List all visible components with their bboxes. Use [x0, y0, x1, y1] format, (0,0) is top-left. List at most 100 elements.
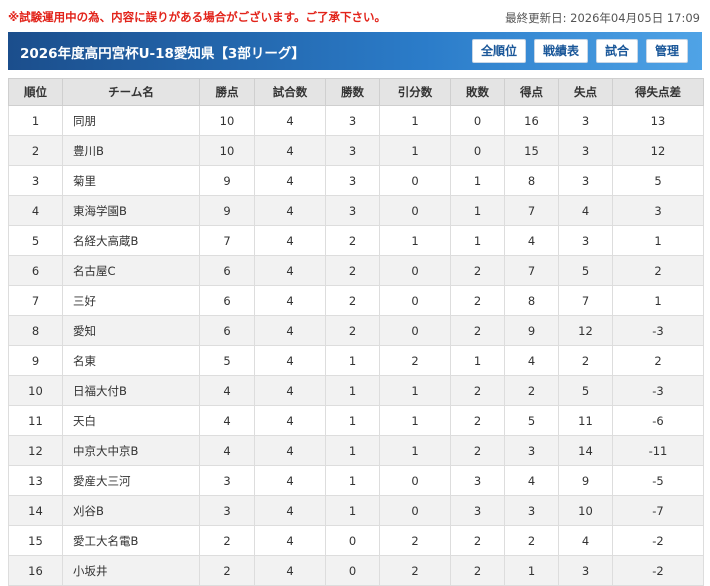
column-header-played: 試合数 — [254, 78, 326, 106]
cell-team-name: 三好 — [62, 285, 200, 316]
cell-goal-diff: -2 — [612, 555, 704, 586]
cell-goal-diff: 12 — [612, 135, 704, 166]
cell-team-name: 東海学園B — [62, 195, 200, 226]
cell-goals-against: 4 — [558, 525, 613, 556]
cell-goal-diff: 3 — [612, 195, 704, 226]
cell-rank: 14 — [8, 495, 63, 526]
cell-rank: 15 — [8, 525, 63, 556]
standings-table-container: 順位 チーム名 勝点 試合数 勝数 引分数 敗数 得点 失点 得失点差 1 同朋 10 4 3 1 0 16 3 1… — [8, 78, 704, 586]
cell-goal-diff: 1 — [612, 225, 704, 256]
cell-team-name: 同朋 — [62, 105, 200, 136]
cell-goals-against: 14 — [558, 435, 613, 466]
cell-goals-against: 3 — [558, 225, 613, 256]
column-header-rank: 順位 — [8, 78, 63, 106]
cell-losses: 0 — [450, 135, 505, 166]
table-row: 10 日福大付B 4 4 1 1 2 2 5 -3 — [8, 375, 704, 406]
cell-wins: 3 — [325, 165, 380, 196]
cell-team-name: 名経大高蔵B — [62, 225, 200, 256]
cell-draws: 2 — [379, 555, 451, 586]
cell-losses: 2 — [450, 315, 505, 346]
cell-played: 4 — [254, 525, 326, 556]
cell-goals-against: 9 — [558, 465, 613, 496]
cell-rank: 2 — [8, 135, 63, 166]
cell-draws: 1 — [379, 405, 451, 436]
table-row: 2 豊川B 10 4 3 1 0 15 3 12 — [8, 135, 704, 166]
cell-wins: 3 — [325, 105, 380, 136]
cell-goal-diff: 1 — [612, 285, 704, 316]
cell-goals-for: 4 — [504, 465, 559, 496]
table-row: 14 刈谷B 3 4 1 0 3 3 10 -7 — [8, 495, 704, 526]
cell-rank: 5 — [8, 225, 63, 256]
cell-goal-diff: -3 — [612, 315, 704, 346]
cell-goals-against: 12 — [558, 315, 613, 346]
cell-goal-diff: -2 — [612, 525, 704, 556]
cell-losses: 2 — [450, 255, 505, 286]
admin-button[interactable]: 管理 — [645, 39, 688, 63]
cell-goals-for: 4 — [504, 345, 559, 376]
cell-goals-for: 3 — [504, 495, 559, 526]
cell-wins: 1 — [325, 345, 380, 376]
cell-goals-against: 10 — [558, 495, 613, 526]
cell-played: 4 — [254, 165, 326, 196]
column-header-team-name: チーム名 — [62, 78, 200, 106]
cell-draws: 0 — [379, 285, 451, 316]
cell-rank: 9 — [8, 345, 63, 376]
cell-wins: 2 — [325, 315, 380, 346]
cell-played: 4 — [254, 495, 326, 526]
cell-goals-for: 8 — [504, 165, 559, 196]
cell-draws: 1 — [379, 225, 451, 256]
column-header-goals-for: 得点 — [504, 78, 559, 106]
cell-draws: 0 — [379, 195, 451, 226]
cell-points: 3 — [199, 465, 255, 496]
cell-points: 2 — [199, 555, 255, 586]
cell-losses: 1 — [450, 225, 505, 256]
cell-played: 4 — [254, 465, 326, 496]
cell-team-name: 名古屋C — [62, 255, 200, 286]
cell-points: 4 — [199, 375, 255, 406]
column-header-goals-against: 失点 — [558, 78, 613, 106]
matches-button[interactable]: 試合 — [595, 39, 638, 63]
cell-played: 4 — [254, 225, 326, 256]
cell-wins: 0 — [325, 525, 380, 556]
cell-goal-diff: -11 — [612, 435, 704, 466]
cell-rank: 4 — [8, 195, 63, 226]
cell-rank: 12 — [8, 435, 63, 466]
cell-rank: 3 — [8, 165, 63, 196]
cell-points: 9 — [199, 165, 255, 196]
column-header-points: 勝点 — [199, 78, 255, 106]
cell-goals-for: 16 — [504, 105, 559, 136]
cell-played: 4 — [254, 195, 326, 226]
cell-losses: 1 — [450, 195, 505, 226]
cell-played: 4 — [254, 135, 326, 166]
cell-wins: 1 — [325, 465, 380, 496]
cell-goal-diff: -5 — [612, 465, 704, 496]
table-row: 8 愛知 6 4 2 0 2 9 12 -3 — [8, 315, 704, 346]
cell-goals-against: 4 — [558, 195, 613, 226]
cell-team-name: 日福大付B — [62, 375, 200, 406]
cell-goals-for: 4 — [504, 225, 559, 256]
cell-losses: 1 — [450, 345, 505, 376]
cell-goal-diff: -3 — [612, 375, 704, 406]
cell-points: 6 — [199, 315, 255, 346]
cell-goal-diff: -6 — [612, 405, 704, 436]
cell-wins: 1 — [325, 435, 380, 466]
table-row: 12 中京大中京B 4 4 1 1 2 3 14 -11 — [8, 435, 704, 466]
all-standings-button[interactable]: 全順位 — [471, 39, 526, 63]
cell-draws: 2 — [379, 345, 451, 376]
table-header-row: 順位 チーム名 勝点 試合数 勝数 引分数 敗数 得点 失点 得失点差 — [8, 78, 704, 106]
cell-goal-diff: 2 — [612, 255, 704, 286]
cell-draws: 1 — [379, 435, 451, 466]
results-table-button[interactable]: 戦績表 — [533, 39, 588, 63]
cell-goals-against: 11 — [558, 405, 613, 436]
table-row: 15 愛工大名電B 2 4 0 2 2 2 4 -2 — [8, 525, 704, 556]
cell-points: 2 — [199, 525, 255, 556]
league-header: 2026年度高円宮杯U-18愛知県【3部リーグ】 全順位 戦績表 試合 管理 — [8, 32, 702, 70]
cell-losses: 2 — [450, 285, 505, 316]
cell-goal-diff: 2 — [612, 345, 704, 376]
table-row: 6 名古屋C 6 4 2 0 2 7 5 2 — [8, 255, 704, 286]
cell-team-name: 中京大中京B — [62, 435, 200, 466]
cell-rank: 10 — [8, 375, 63, 406]
cell-team-name: 愛産大三河 — [62, 465, 200, 496]
cell-wins: 2 — [325, 225, 380, 256]
cell-goals-against: 5 — [558, 255, 613, 286]
